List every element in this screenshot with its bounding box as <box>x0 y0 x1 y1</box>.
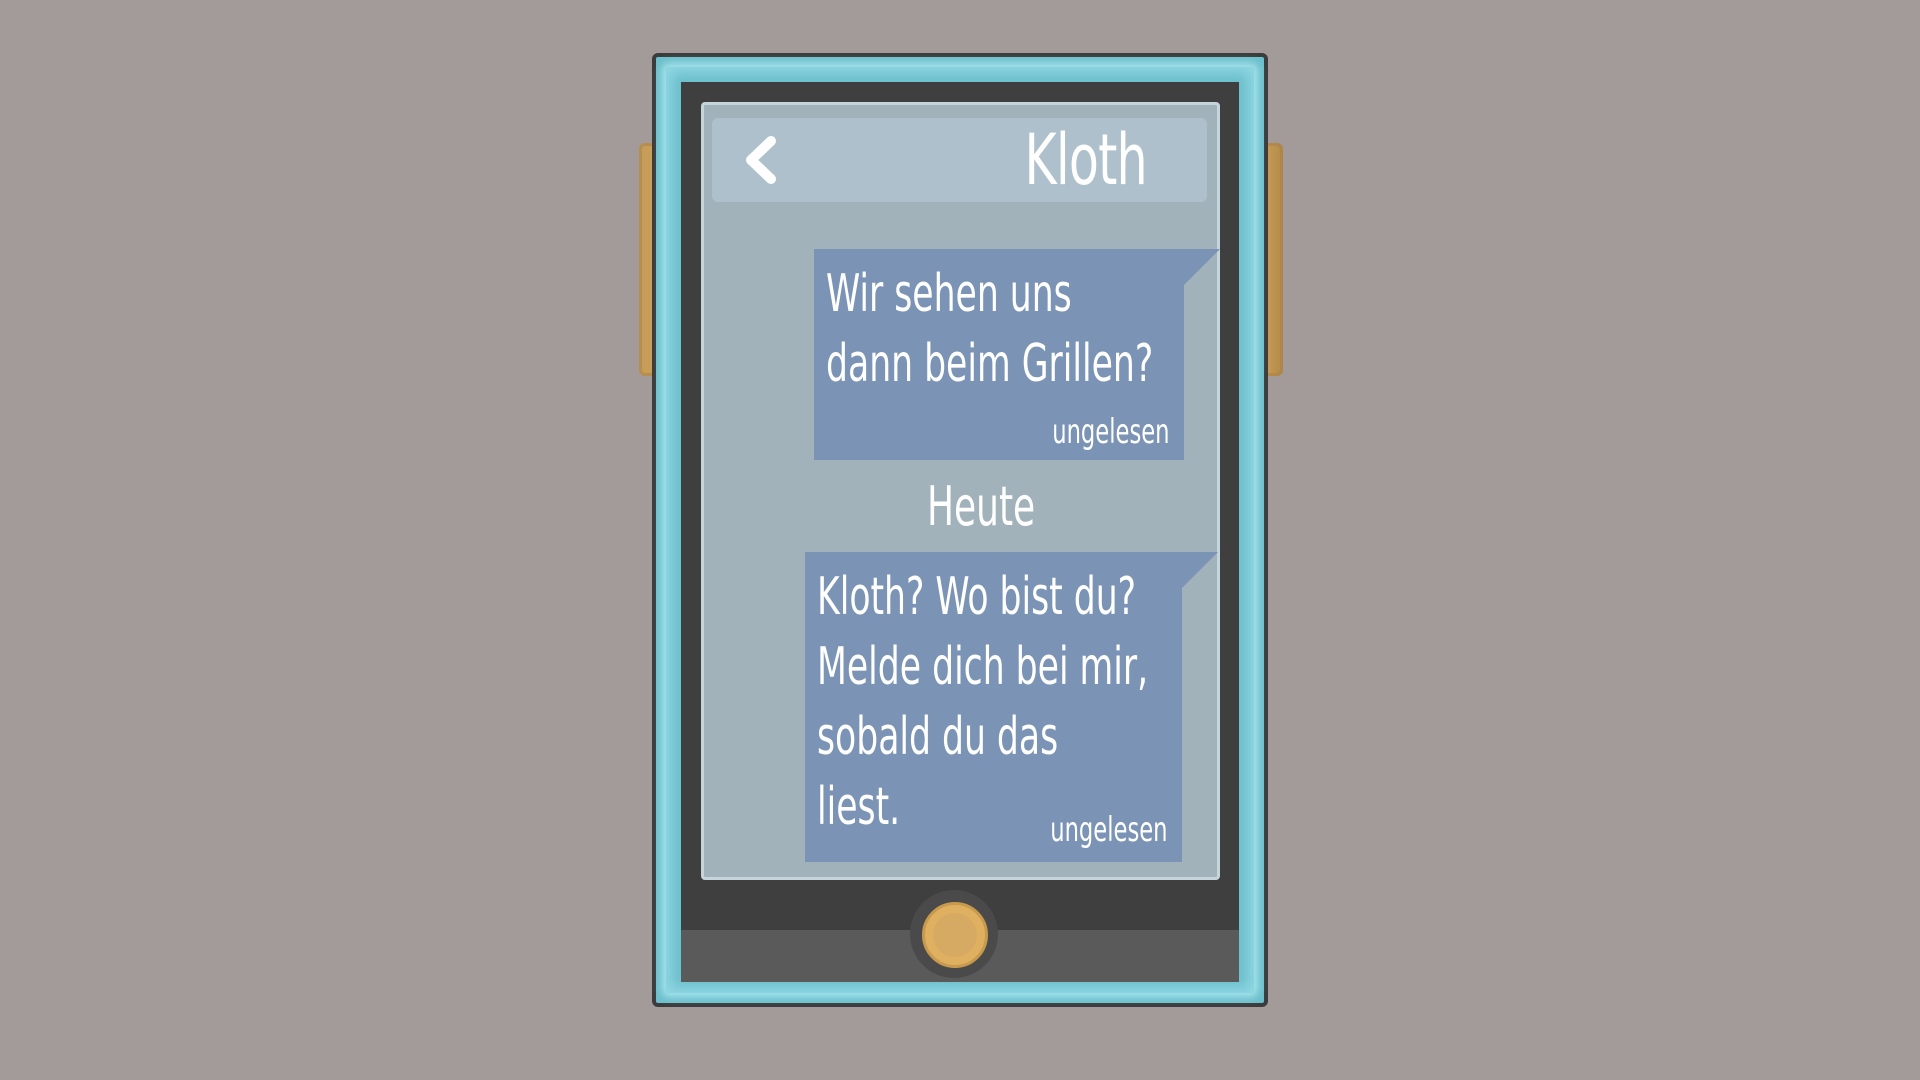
message-text: Kloth? Wo bist du? Melde dich bei mir, s… <box>817 562 1148 842</box>
message-bubble[interactable]: Kloth? Wo bist du? Melde dich bei mir, s… <box>805 552 1218 862</box>
phone-device: Kloth Wir sehen uns dann beim Grillen? u… <box>652 53 1268 1007</box>
chat-header: Kloth <box>712 118 1207 202</box>
phone-screen: Kloth Wir sehen uns dann beim Grillen? u… <box>701 102 1220 880</box>
message-status: ungelesen <box>1050 810 1168 850</box>
message-bubble[interactable]: Wir sehen uns dann beim Grillen? ungeles… <box>814 249 1220 460</box>
home-button[interactable] <box>922 902 988 968</box>
bubble-tail <box>1184 249 1220 285</box>
day-separator: Heute <box>704 475 1223 539</box>
message-line: Melde dich bei mir, <box>817 637 1149 697</box>
message-status: ungelesen <box>1052 412 1170 452</box>
message-line: dann beim Grillen? <box>826 334 1154 394</box>
message-line: sobald du das <box>817 707 1059 767</box>
day-separator-label: Heute <box>927 475 1036 538</box>
message-text: Wir sehen uns dann beim Grillen? <box>826 259 1153 399</box>
contact-name: Kloth <box>1024 119 1148 201</box>
message-line: Kloth? Wo bist du? <box>817 567 1137 627</box>
phone-bezel: Kloth Wir sehen uns dann beim Grillen? u… <box>681 82 1239 982</box>
message-line: Wir sehen uns <box>826 264 1072 324</box>
bubble-tail <box>1182 552 1218 588</box>
home-button-center <box>933 913 977 957</box>
chevron-left-icon[interactable] <box>737 135 787 185</box>
game-scene: Kloth Wir sehen uns dann beim Grillen? u… <box>0 0 1920 1080</box>
